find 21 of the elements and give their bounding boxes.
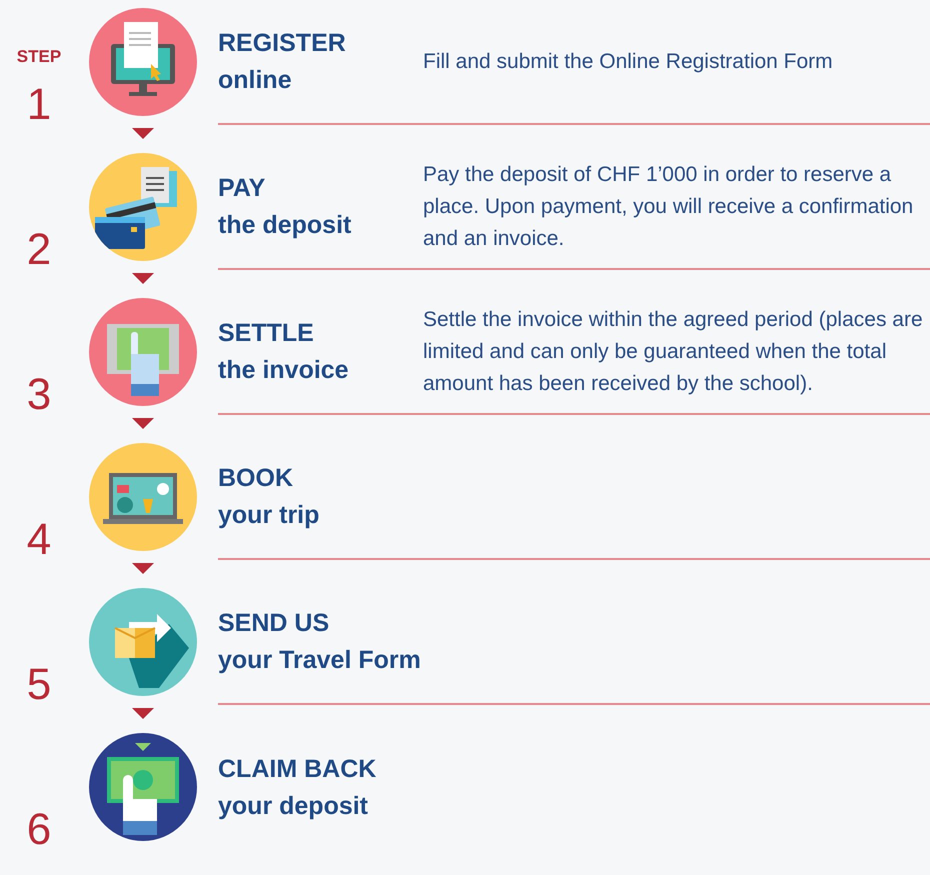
step-description: Fill and submit the Online Registration Form [423, 48, 834, 74]
step-number: 2 [26, 228, 52, 272]
down-arrow-icon [132, 708, 154, 719]
step-title: BOOK your trip [218, 462, 320, 530]
step-number: 6 [26, 808, 52, 852]
step-title: SETTLE the invoice [218, 318, 350, 386]
step-description: Settle the invoice within the agreed period (places are limited and can only be guaranteed when the total amount has been received by the school). [423, 306, 924, 396]
step-number: 3 [26, 373, 52, 417]
step-number: 5 [26, 663, 52, 707]
step-title: SEND US your Travel Form [218, 608, 422, 676]
down-arrow-icon [132, 418, 154, 429]
step-number: 4 [26, 518, 52, 562]
step-label: STEP [16, 46, 62, 68]
down-arrow-icon [132, 563, 154, 574]
step-title: CLAIM BACK your deposit [218, 754, 378, 822]
step-number: 1 [26, 83, 52, 127]
step-title: REGISTER online [218, 28, 347, 96]
down-arrow-icon [132, 128, 154, 139]
step-description: Pay the deposit of CHF 1’000 in order to reserve a place. Upon payment, you will receive a confirmation and an invoice. [423, 162, 914, 252]
step-title: PAY the deposit [218, 172, 352, 240]
down-arrow-icon [132, 273, 154, 284]
